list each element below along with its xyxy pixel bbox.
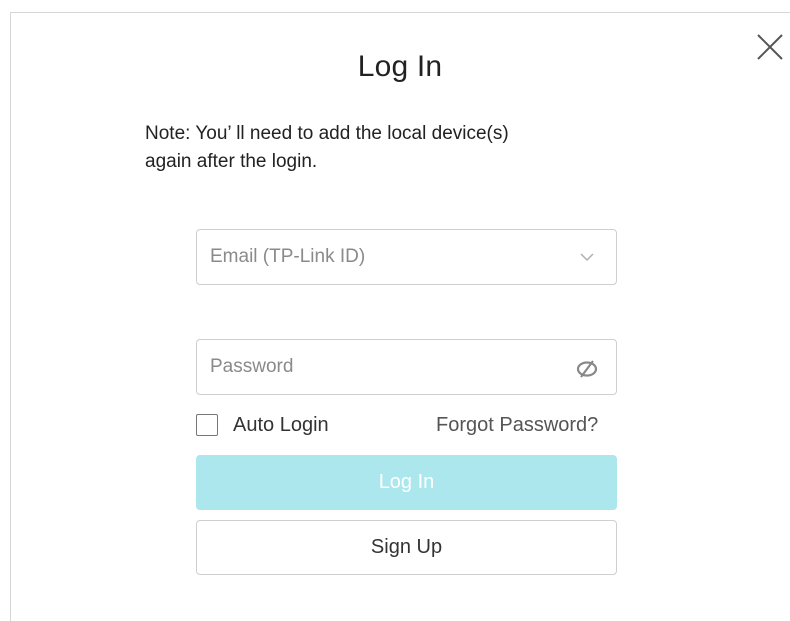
note-line-2: again after the login. (145, 151, 318, 172)
email-field[interactable] (197, 230, 616, 284)
email-field-container (196, 229, 617, 285)
eye-slash-icon[interactable] (576, 358, 598, 380)
password-field[interactable] (197, 340, 616, 394)
login-button[interactable]: Log In (196, 455, 617, 510)
auto-login-label: Auto Login (233, 413, 329, 436)
forgot-password-link[interactable]: Forgot Password? (436, 412, 598, 438)
chevron-down-icon[interactable] (580, 252, 594, 262)
password-field-container (196, 339, 617, 395)
auto-login-checkbox[interactable] (196, 414, 218, 436)
login-note: Note: You’ ll need to add the local devi… (145, 120, 665, 176)
dialog-title: Log In (357, 50, 443, 83)
note-line-1: Note: You’ ll need to add the local devi… (145, 123, 509, 144)
signup-button[interactable]: Sign Up (196, 520, 617, 575)
auto-login-row[interactable]: Auto Login (196, 412, 356, 438)
